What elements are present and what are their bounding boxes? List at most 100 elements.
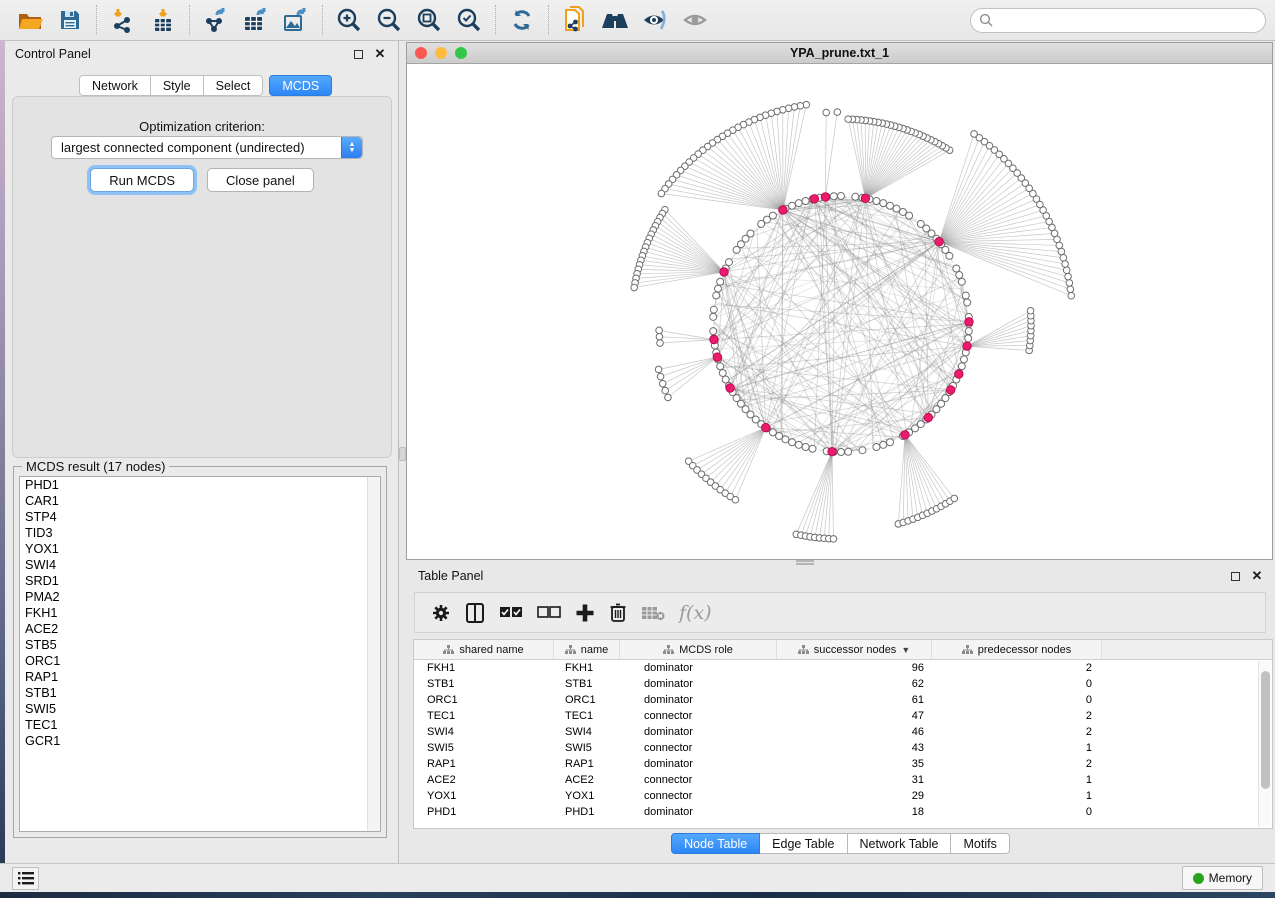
task-history-button[interactable] bbox=[12, 867, 39, 890]
cell-successor-nodes[interactable]: 35 bbox=[777, 758, 932, 770]
tab-node-table[interactable]: Node Table bbox=[671, 833, 760, 854]
mcds-node[interactable] bbox=[762, 423, 770, 431]
tab-motifs[interactable]: Motifs bbox=[951, 833, 1009, 854]
table-scrollbar-thumb[interactable] bbox=[1261, 671, 1270, 789]
mcds-result-item[interactable]: ACE2 bbox=[20, 621, 380, 637]
cell-name[interactable]: STB1 bbox=[554, 678, 620, 690]
select-all-button[interactable] bbox=[499, 599, 523, 627]
cell-mcds-role[interactable]: dominator bbox=[620, 758, 777, 770]
cell-successor-nodes[interactable]: 47 bbox=[777, 710, 932, 722]
mcds-node[interactable] bbox=[963, 342, 971, 350]
cell-predecessor-nodes[interactable]: 1 bbox=[932, 742, 1102, 754]
cell-name[interactable]: YOX1 bbox=[554, 790, 620, 802]
cell-mcds-role[interactable]: dominator bbox=[620, 678, 777, 690]
mcds-node[interactable] bbox=[861, 194, 869, 202]
mcds-node[interactable] bbox=[720, 268, 728, 276]
network-window-titlebar[interactable]: YPA_prune.txt_1 bbox=[407, 43, 1272, 64]
column-header-MCDS-role[interactable]: MCDS role bbox=[620, 640, 777, 659]
cell-successor-nodes[interactable]: 29 bbox=[777, 790, 932, 802]
cell-mcds-role[interactable]: dominator bbox=[620, 662, 777, 674]
mcds-node[interactable] bbox=[726, 384, 734, 392]
column-header-shared-name[interactable]: shared name bbox=[414, 640, 554, 659]
cell-predecessor-nodes[interactable]: 1 bbox=[932, 790, 1102, 802]
cell-shared-name[interactable]: PHD1 bbox=[414, 806, 554, 818]
mcds-node[interactable] bbox=[810, 195, 818, 203]
mcds-result-item[interactable]: FKH1 bbox=[20, 605, 380, 621]
export-image-button[interactable] bbox=[276, 3, 316, 37]
table-row[interactable]: RAP1RAP1dominator352 bbox=[414, 756, 1272, 772]
mcds-node[interactable] bbox=[821, 193, 829, 201]
cell-shared-name[interactable]: SWI4 bbox=[414, 726, 554, 738]
search-input[interactable] bbox=[994, 11, 1265, 31]
cell-predecessor-nodes[interactable]: 2 bbox=[932, 710, 1102, 722]
hide-selected-button[interactable] bbox=[635, 3, 675, 37]
export-network-button[interactable] bbox=[196, 3, 236, 37]
show-hide-columns-button[interactable] bbox=[465, 599, 485, 627]
cell-predecessor-nodes[interactable]: 0 bbox=[932, 694, 1102, 706]
cell-mcds-role[interactable]: connector bbox=[620, 774, 777, 786]
tab-select[interactable]: Select bbox=[204, 75, 264, 96]
toolbar-search[interactable] bbox=[970, 8, 1266, 33]
cell-predecessor-nodes[interactable]: 1 bbox=[932, 774, 1102, 786]
tab-style[interactable]: Style bbox=[151, 75, 204, 96]
cell-mcds-role[interactable]: connector bbox=[620, 710, 777, 722]
mcds-result-item[interactable]: ORC1 bbox=[20, 653, 380, 669]
table-row[interactable]: TEC1TEC1connector472 bbox=[414, 708, 1272, 724]
network-from-document-button[interactable] bbox=[555, 3, 595, 37]
mcds-result-item[interactable]: TEC1 bbox=[20, 717, 380, 733]
cell-shared-name[interactable]: FKH1 bbox=[414, 662, 554, 674]
import-table-button[interactable] bbox=[143, 3, 183, 37]
cell-mcds-role[interactable]: dominator bbox=[620, 806, 777, 818]
mcds-node[interactable] bbox=[713, 353, 721, 361]
cell-mcds-role[interactable]: dominator bbox=[620, 694, 777, 706]
mcds-result-item[interactable]: TID3 bbox=[20, 525, 380, 541]
cell-mcds-role[interactable]: connector bbox=[620, 790, 777, 802]
column-header-name[interactable]: name bbox=[554, 640, 620, 659]
cell-successor-nodes[interactable]: 62 bbox=[777, 678, 932, 690]
table-panel-float-button[interactable] bbox=[1227, 568, 1243, 584]
cell-shared-name[interactable]: TEC1 bbox=[414, 710, 554, 722]
memory-button[interactable]: Memory bbox=[1182, 866, 1263, 890]
delete-table-button[interactable] bbox=[641, 599, 665, 627]
deselect-all-button[interactable] bbox=[537, 599, 561, 627]
mcds-node[interactable] bbox=[779, 206, 787, 214]
mcds-node[interactable] bbox=[965, 318, 973, 326]
cell-name[interactable]: SWI4 bbox=[554, 726, 620, 738]
run-mcds-button[interactable]: Run MCDS bbox=[90, 168, 194, 192]
mcds-result-list[interactable]: PHD1CAR1STP4TID3YOX1SWI4SRD1PMA2FKH1ACE2… bbox=[19, 476, 381, 832]
table-row[interactable]: SWI4SWI4dominator462 bbox=[414, 724, 1272, 740]
mcds-node[interactable] bbox=[924, 413, 932, 421]
mcds-node[interactable] bbox=[955, 370, 963, 378]
first-neighbors-button[interactable] bbox=[595, 3, 635, 37]
cell-predecessor-nodes[interactable]: 2 bbox=[932, 758, 1102, 770]
close-panel-button[interactable]: Close panel bbox=[207, 168, 314, 192]
cell-shared-name[interactable]: ACE2 bbox=[414, 774, 554, 786]
mcds-node[interactable] bbox=[947, 386, 955, 394]
mcds-result-item[interactable]: PMA2 bbox=[20, 589, 380, 605]
column-header-predecessor-nodes[interactable]: predecessor nodes bbox=[932, 640, 1102, 659]
cell-predecessor-nodes[interactable]: 0 bbox=[932, 806, 1102, 818]
cell-predecessor-nodes[interactable]: 2 bbox=[932, 662, 1102, 674]
column-header-successor-nodes[interactable]: successor nodes▼ bbox=[777, 640, 932, 659]
cell-predecessor-nodes[interactable]: 0 bbox=[932, 678, 1102, 690]
table-row[interactable]: FKH1FKH1dominator962 bbox=[414, 660, 1272, 676]
tab-network[interactable]: Network bbox=[79, 75, 151, 96]
mcds-result-item[interactable]: RAP1 bbox=[20, 669, 380, 685]
mcds-result-item[interactable]: SRD1 bbox=[20, 573, 380, 589]
cell-shared-name[interactable]: STB1 bbox=[414, 678, 554, 690]
control-panel-close-button[interactable]: ✕ bbox=[372, 46, 388, 62]
table-row[interactable]: SWI5SWI5connector431 bbox=[414, 740, 1272, 756]
import-network-button[interactable] bbox=[103, 3, 143, 37]
mcds-result-item[interactable]: SWI5 bbox=[20, 701, 380, 717]
zoom-fit-button[interactable] bbox=[409, 3, 449, 37]
cell-shared-name[interactable]: SWI5 bbox=[414, 742, 554, 754]
cell-successor-nodes[interactable]: 18 bbox=[777, 806, 932, 818]
cell-name[interactable]: TEC1 bbox=[554, 710, 620, 722]
cell-name[interactable]: FKH1 bbox=[554, 662, 620, 674]
mcds-result-item[interactable]: SWI4 bbox=[20, 557, 380, 573]
table-row[interactable]: PHD1PHD1dominator180 bbox=[414, 804, 1272, 820]
export-table-button[interactable] bbox=[236, 3, 276, 37]
table-row[interactable]: ACE2ACE2connector311 bbox=[414, 772, 1272, 788]
table-options-button[interactable] bbox=[431, 599, 451, 627]
open-file-button[interactable] bbox=[10, 3, 50, 37]
